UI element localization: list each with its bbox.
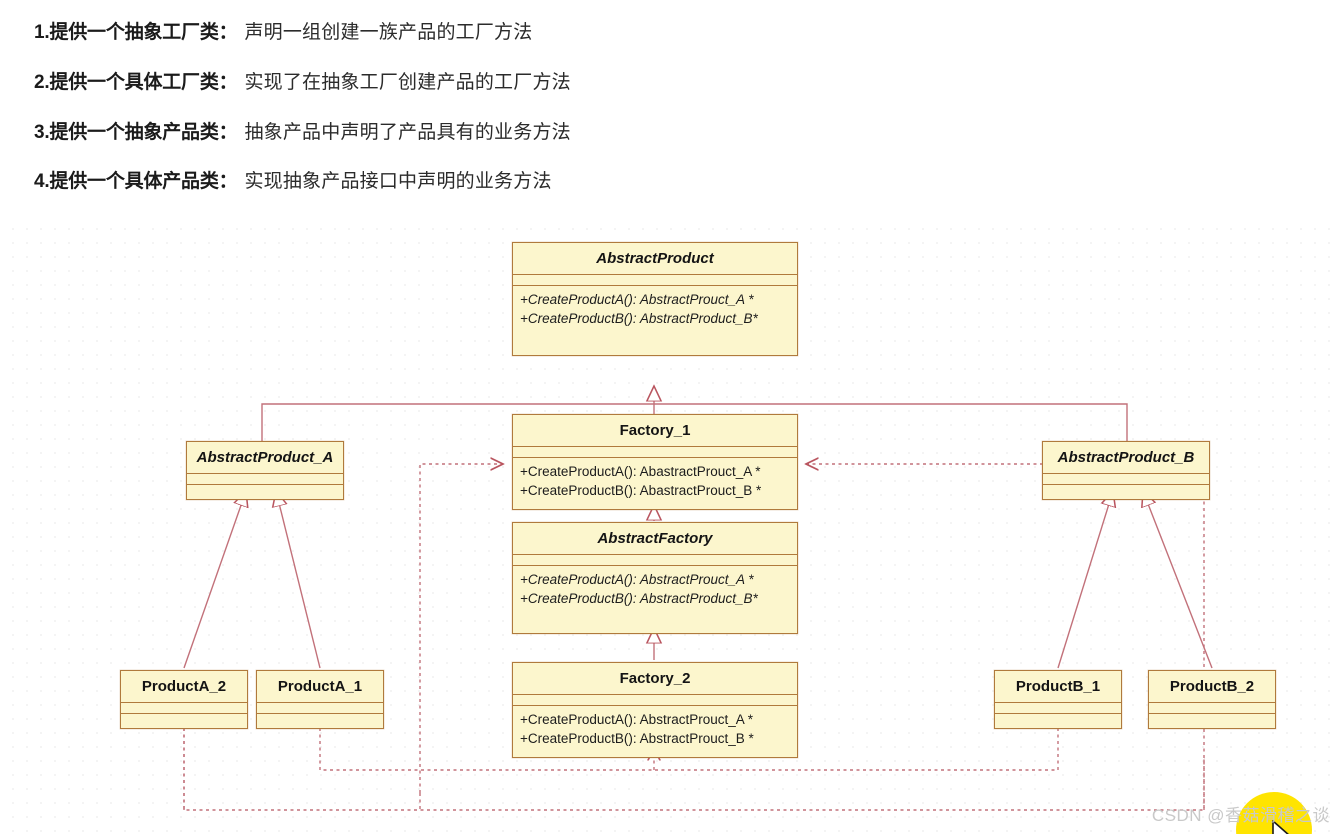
class-name: AbstractFactory: [513, 523, 797, 555]
operation: +CreateProductA(): AbstractProuct_A *: [520, 572, 754, 587]
class-box-producta-1[interactable]: ProductA_1: [256, 670, 384, 729]
notes-list: 1.提供一个抽象工厂类： 声明一组创建一族产品的工厂方法 2.提供一个具体工厂类…: [0, 0, 1342, 221]
operation-filler: [520, 608, 790, 624]
class-attributes: [513, 447, 797, 458]
class-box-productb-1[interactable]: ProductB_1: [994, 670, 1122, 729]
note-value: 声明一组创建一族产品的工厂方法: [244, 22, 533, 43]
class-box-producta-2[interactable]: ProductA_2: [120, 670, 248, 729]
note-value: 实现了在抽象工厂创建产品的工厂方法: [244, 71, 571, 93]
class-name: ProductB_1: [995, 671, 1121, 703]
note-item: 4.提供一个具体产品类： 实现抽象产品接口中声明的业务方法: [34, 171, 1342, 194]
class-attributes: [121, 703, 247, 714]
note-value: 实现抽象产品接口中声明的业务方法: [244, 171, 552, 193]
class-operations: [1149, 714, 1275, 728]
class-attributes: [513, 275, 797, 286]
note-item: 2.提供一个具体工厂类： 实现了在抽象工厂创建产品的工厂方法: [34, 72, 1342, 95]
class-box-factory-1[interactable]: Factory_1 +CreateProductA(): AbastractPr…: [512, 414, 798, 511]
class-name: ProductB_2: [1149, 671, 1275, 703]
class-operations: [257, 714, 383, 728]
class-operations: [1043, 485, 1209, 499]
note-value: 抽象产品中声明了产品具有的业务方法: [244, 121, 571, 143]
csdn-watermark: CSDN @香菇滑稽之谈: [1151, 806, 1330, 825]
operation: +CreateProductB(): AbstractProuct_B *: [520, 731, 754, 747]
class-operations: [187, 485, 343, 499]
operation: +CreateProductA(): AbastractProuct_A *: [520, 464, 761, 479]
class-operations: [121, 714, 247, 728]
class-attributes: [257, 703, 383, 714]
screenshot-root: 1.提供一个抽象工厂类： 声明一组创建一族产品的工厂方法 2.提供一个具体工厂类…: [0, 0, 1342, 834]
note-key: 1.提供一个抽象工厂类：: [34, 22, 238, 43]
class-attributes: [513, 555, 797, 566]
class-attributes: [995, 703, 1121, 714]
class-operations: +CreateProductA(): AbastractProuct_A * +…: [513, 458, 797, 509]
note-item: 1.提供一个抽象工厂类： 声明一组创建一族产品的工厂方法: [34, 22, 1342, 45]
class-name: Factory_2: [513, 663, 797, 695]
note-key: 3.提供一个抽象产品类：: [34, 121, 238, 143]
class-name: ProductA_1: [257, 671, 383, 703]
class-box-abstractfactory[interactable]: AbstractFactory +CreateProductA(): Abstr…: [512, 522, 798, 635]
class-attributes: [513, 695, 797, 706]
class-operations: +CreateProductA(): AbstractProuct_A * +C…: [513, 706, 797, 757]
class-attributes: [1043, 474, 1209, 485]
note-item: 3.提供一个抽象产品类： 抽象产品中声明了产品具有的业务方法: [34, 122, 1342, 145]
operation: +CreateProductA(): AbstractProuct_A *: [520, 712, 753, 727]
operation: +CreateProductB(): AbstractProduct_B*: [520, 591, 758, 607]
class-name: Factory_1: [513, 415, 797, 447]
class-attributes: [187, 474, 343, 485]
operation: +CreateProductB(): AbstractProduct_B*: [520, 311, 758, 327]
class-box-abstractproduct-b[interactable]: AbstractProduct_B: [1042, 441, 1210, 500]
class-name: AbstractProduct: [513, 243, 797, 275]
class-name: ProductA_2: [121, 671, 247, 703]
class-attributes: [1149, 703, 1275, 714]
operation: +CreateProductB(): AbastractProuct_B *: [520, 483, 762, 499]
class-operations: [995, 714, 1121, 728]
note-key: 4.提供一个具体产品类：: [34, 171, 238, 193]
class-box-abstractproduct-a[interactable]: AbstractProduct_A: [186, 441, 344, 500]
class-name: AbstractProduct_A: [187, 442, 343, 474]
class-box-abstractproduct[interactable]: AbstractProduct +CreateProductA(): Abstr…: [512, 242, 798, 357]
class-operations: +CreateProductA(): AbstractProuct_A * +C…: [513, 286, 797, 355]
class-box-factory-2[interactable]: Factory_2 +CreateProductA(): AbstractPro…: [512, 662, 798, 759]
operation: +CreateProductA(): AbstractProuct_A *: [520, 292, 754, 307]
uml-class-diagram: AbstractProduct +CreateProductA(): Abstr…: [0, 218, 1342, 834]
note-key: 2.提供一个具体工厂类：: [34, 71, 238, 93]
operation-filler: [520, 328, 790, 346]
class-operations: +CreateProductA(): AbstractProuct_A * +C…: [513, 566, 797, 633]
class-name: AbstractProduct_B: [1043, 442, 1209, 474]
class-box-productb-2[interactable]: ProductB_2: [1148, 670, 1276, 729]
